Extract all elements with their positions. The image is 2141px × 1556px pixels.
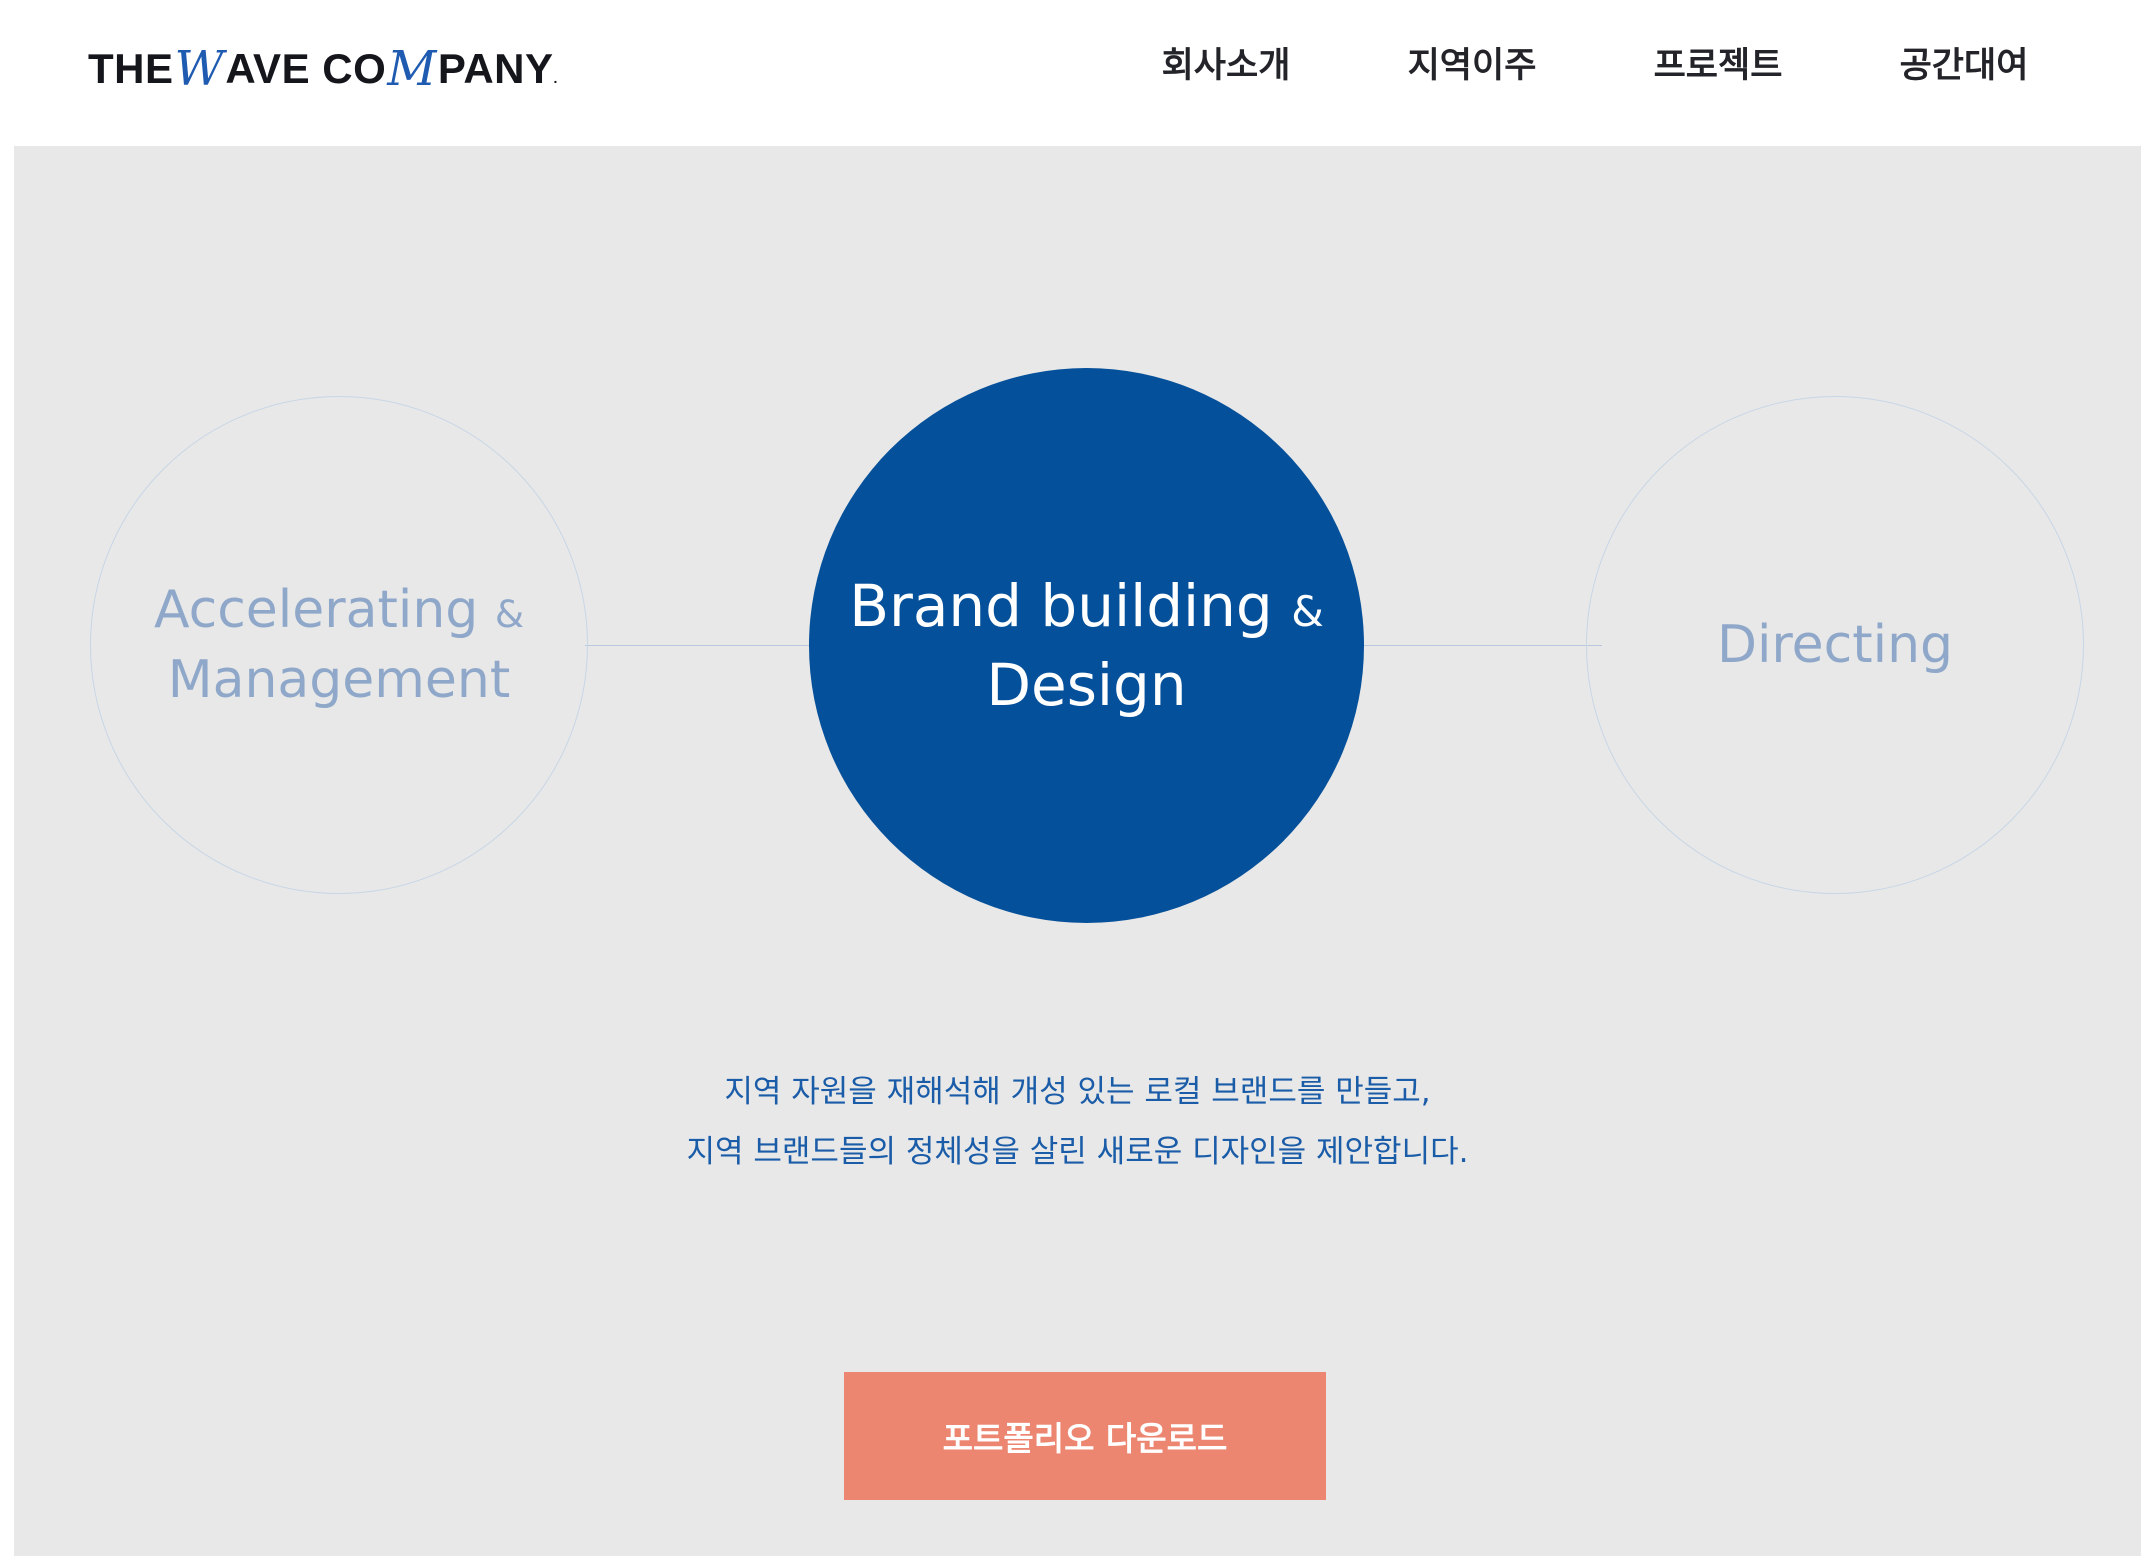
nav-item-relocation[interactable]: 지역이주 xyxy=(1349,38,1595,94)
main-nav: 회사소개 지역이주 프로젝트 공간대여 xyxy=(1103,38,2087,94)
connector-right xyxy=(1360,645,1602,646)
logo-script-m: M xyxy=(387,41,437,97)
service-circle-brand-building[interactable]: Brand building & Design xyxy=(809,368,1364,923)
service-circle-directing[interactable]: Directing xyxy=(1586,396,2084,894)
nav-item-company[interactable]: 회사소개 xyxy=(1103,38,1349,94)
site-header: THE W AVE CO M PANY . 회사소개 지역이주 프로젝트 공간대… xyxy=(14,0,2141,146)
nav-item-space-rental[interactable]: 공간대여 xyxy=(1841,38,2087,94)
description-line-2: 지역 브랜드들의 정체성을 살린 새로운 디자인을 제안합니다. xyxy=(686,1134,1469,1170)
company-logo[interactable]: THE W AVE CO M PANY . xyxy=(88,41,558,97)
logo-text-1: THE xyxy=(88,45,174,92)
nav-item-projects[interactable]: 프로젝트 xyxy=(1595,38,1841,94)
portfolio-download-button[interactable]: 포트폴리오 다운로드 xyxy=(844,1372,1326,1500)
services-section: Accelerating & Management Brand building… xyxy=(14,146,2141,1556)
logo-text-3: PANY xyxy=(437,45,554,92)
connector-left xyxy=(585,645,825,646)
logo-mark: . xyxy=(553,70,558,86)
service-description: 지역 자원을 재해석해 개성 있는 로컬 브랜드를 만들고, 지역 브랜드들의 … xyxy=(14,1062,2141,1182)
service-label-directing: Directing xyxy=(1716,614,1954,675)
service-label-brand-building: Brand building & Design xyxy=(849,572,1324,719)
service-label-accelerating: Accelerating & Management xyxy=(153,579,525,710)
service-circle-accelerating[interactable]: Accelerating & Management xyxy=(90,396,588,894)
left-strip xyxy=(0,0,14,1556)
page: THE W AVE CO M PANY . 회사소개 지역이주 프로젝트 공간대… xyxy=(0,0,2141,1556)
logo-text-2: AVE CO xyxy=(225,45,387,92)
description-line-1: 지역 자원을 재해석해 개성 있는 로컬 브랜드를 만들고, xyxy=(724,1074,1431,1110)
logo-script-w: W xyxy=(174,41,225,97)
